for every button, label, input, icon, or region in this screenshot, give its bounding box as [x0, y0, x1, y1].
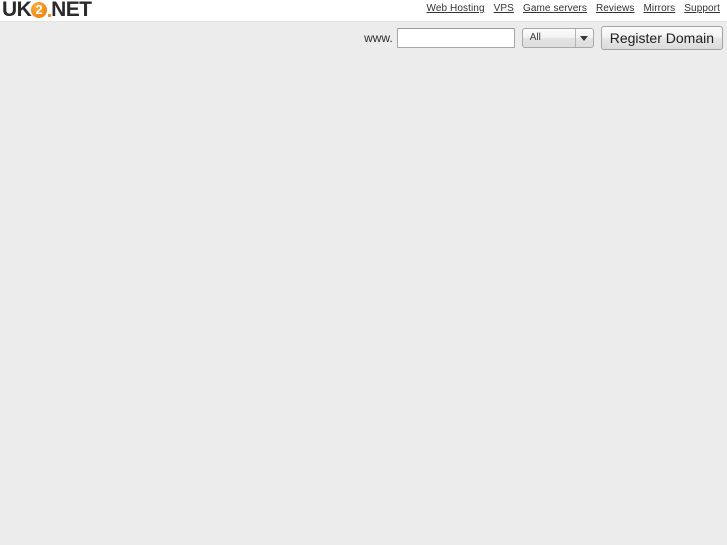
tld-select[interactable]: All: [521, 28, 594, 48]
nav-item-game-servers[interactable]: Game servers: [523, 3, 587, 15]
nav-item-support[interactable]: Support: [684, 3, 720, 15]
nav-item-reviews[interactable]: Reviews: [596, 3, 635, 15]
logo-mark-digit: 2: [35, 1, 43, 17]
site-header: UK 2 NET Web Hosting VPS Game servers Re…: [0, 0, 727, 21]
nav-item-vps[interactable]: VPS: [494, 3, 514, 15]
nav-item-web-hosting[interactable]: Web Hosting: [426, 3, 484, 15]
register-domain-button[interactable]: Register Domain: [600, 26, 723, 50]
tld-select-value: All: [529, 32, 541, 43]
nav-item-mirrors[interactable]: Mirrors: [643, 3, 675, 15]
page-body: www. All Register Domain: [0, 21, 727, 545]
logo-globe-icon: 2: [31, 1, 48, 18]
primary-navigation: Web Hosting VPS Game servers Reviews Mir…: [426, 3, 720, 15]
logo-text-suffix: NET: [51, 0, 92, 21]
domain-search-form: www. All Register Domain: [364, 26, 723, 50]
www-prefix-label: www.: [364, 31, 393, 45]
chevron-down-icon[interactable]: [574, 29, 593, 47]
site-logo[interactable]: UK 2 NET: [2, 0, 92, 21]
domain-name-input[interactable]: [396, 28, 515, 48]
logo-text-prefix: UK: [2, 0, 32, 21]
